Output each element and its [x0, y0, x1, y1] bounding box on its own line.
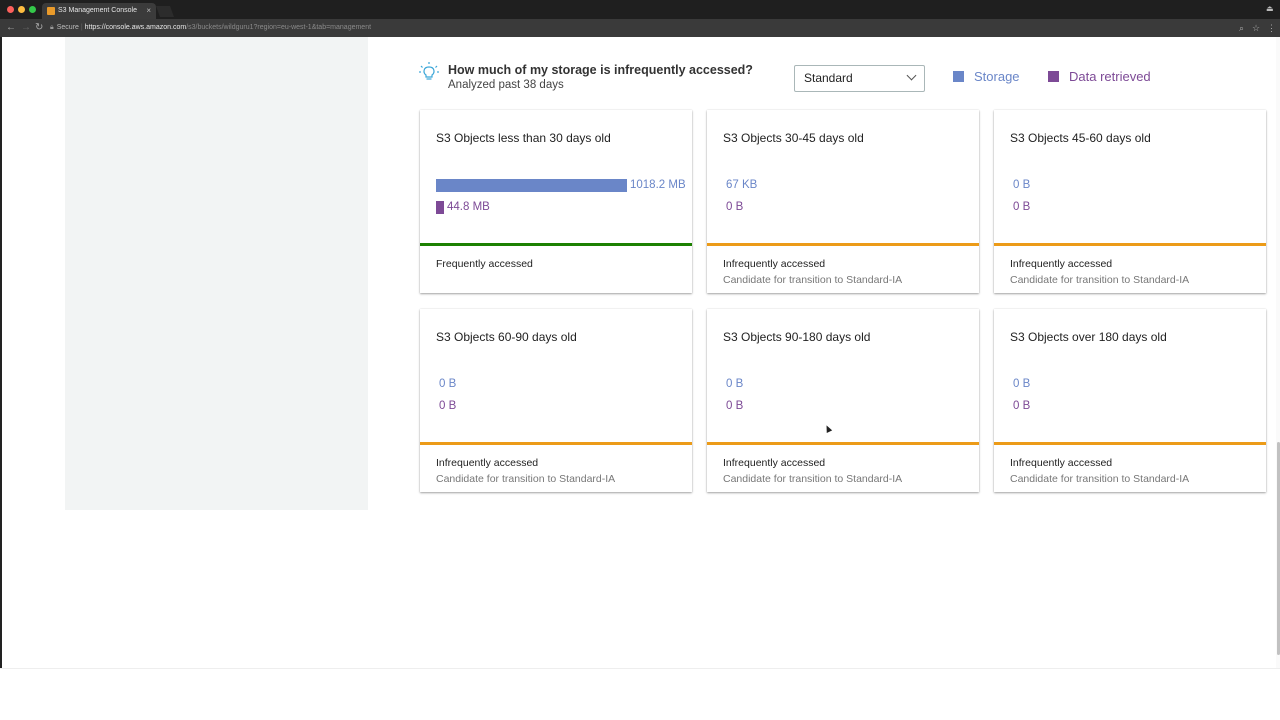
forward-icon[interactable]: →	[21, 21, 31, 35]
retrieved-value: 0 B	[1013, 400, 1031, 412]
storage-value: 0 B	[439, 378, 457, 390]
age-card-30-45: S3 Objects 30-45 days old 67 KB 0 B Infr…	[707, 110, 979, 293]
retrieved-row: 0 B	[1010, 399, 1030, 413]
transition-note: Candidate for transition to Standard-IA	[723, 274, 903, 286]
storage-row: 0 B	[723, 377, 743, 391]
card-title: S3 Objects 90-180 days old	[723, 330, 871, 344]
transition-note: Candidate for transition to Standard-IA	[1010, 473, 1190, 485]
access-status: Infrequently accessed	[1010, 457, 1113, 469]
age-card-45-60: S3 Objects 45-60 days old 0 B 0 B Infreq…	[994, 110, 1266, 293]
storage-class-select[interactable]: Standard	[794, 65, 925, 92]
browser-titlebar: S3 Management Console × ⏏	[0, 0, 1280, 19]
back-icon[interactable]: ←	[6, 21, 16, 35]
access-status: Infrequently accessed	[723, 258, 826, 270]
retrieved-value: 0 B	[726, 201, 744, 213]
retrieved-row: 0 B	[723, 200, 743, 214]
retrieved-row: 0 B	[436, 399, 456, 413]
access-status: Frequently accessed	[436, 258, 533, 270]
access-status-bar	[707, 442, 979, 445]
storage-value: 0 B	[1013, 179, 1031, 191]
access-status-bar	[994, 243, 1266, 246]
storage-value: 1018.2 MB	[630, 179, 686, 191]
window-bottom-edge	[0, 668, 1280, 720]
browser-tab[interactable]: S3 Management Console ×	[42, 3, 156, 19]
age-card-over-180: S3 Objects over 180 days old 0 B 0 B Inf…	[994, 309, 1266, 492]
page-content: How much of my storage is infrequently a…	[0, 37, 1280, 668]
transition-note: Candidate for transition to Standard-IA	[723, 473, 903, 485]
access-status-bar	[994, 442, 1266, 445]
transition-note: Candidate for transition to Standard-IA	[436, 473, 616, 485]
storage-value: 0 B	[1013, 378, 1031, 390]
new-tab-button[interactable]	[155, 6, 175, 17]
storage-value: 0 B	[726, 378, 744, 390]
card-title: S3 Objects 60-90 days old	[436, 330, 577, 344]
left-panel	[65, 37, 368, 510]
storage-row: 1018.2 MB	[436, 178, 686, 192]
retrieved-row: 44.8 MB	[436, 200, 490, 214]
storage-row: 0 B	[436, 377, 456, 391]
card-title: S3 Objects less than 30 days old	[436, 131, 611, 145]
star-icon[interactable]: ☆	[1252, 21, 1260, 35]
access-status-bar	[707, 243, 979, 246]
retrieved-row: 0 B	[1010, 200, 1030, 214]
legend-data-retrieved: Data retrieved	[1048, 70, 1151, 84]
address-bar: ← → ↻ 🔒︎ Secure | https://console.aws.ama…	[0, 19, 1280, 37]
reload-icon[interactable]: ↻	[35, 21, 43, 35]
access-status: Infrequently accessed	[723, 457, 826, 469]
legend-storage-label: Storage	[974, 69, 1020, 84]
retrieved-value: 44.8 MB	[447, 201, 490, 213]
tab-close-button[interactable]: ×	[146, 3, 151, 19]
profile-icon[interactable]: ⏏	[1266, 4, 1274, 14]
maximize-window-button[interactable]	[29, 6, 36, 13]
retrieved-bar	[436, 200, 444, 214]
legend-storage: Storage	[953, 70, 1020, 84]
page-scrollbar[interactable]	[1276, 37, 1280, 668]
card-title: S3 Objects 30-45 days old	[723, 131, 864, 145]
aws-favicon-icon	[47, 7, 55, 15]
storage-question-title: How much of my storage is infrequently a…	[448, 63, 753, 77]
url-input[interactable]: 🔒︎ Secure | https://console.aws.amazon.co…	[50, 21, 1235, 35]
storage-bar	[436, 178, 627, 192]
minimize-window-button[interactable]	[18, 6, 25, 13]
card-title: S3 Objects over 180 days old	[1010, 330, 1167, 344]
chevron-down-icon	[906, 70, 917, 81]
url-path: /s3/buckets/wildguru1?region=eu-west-1&t…	[186, 24, 372, 31]
retrieved-value: 0 B	[726, 400, 744, 412]
storage-swatch	[953, 71, 964, 82]
access-status-bar	[420, 442, 692, 445]
close-window-button[interactable]	[7, 6, 14, 13]
age-card-60-90: S3 Objects 60-90 days old 0 B 0 B Infreq…	[420, 309, 692, 492]
retrieved-row: 0 B	[723, 399, 743, 413]
tab-title: S3 Management Console	[58, 7, 137, 14]
lock-icon: 🔒︎	[50, 24, 54, 31]
retrieved-swatch	[1048, 71, 1059, 82]
retrieved-value: 0 B	[439, 400, 457, 412]
url-host: https://console.aws.amazon.com	[84, 24, 187, 31]
access-status: Infrequently accessed	[436, 457, 539, 469]
analysis-period: Analyzed past 38 days	[448, 79, 564, 91]
storage-class-value: Standard	[804, 71, 853, 85]
lightbulb-icon	[419, 62, 439, 80]
zoom-icon[interactable]: ⌕	[1239, 21, 1244, 35]
storage-row: 67 KB	[723, 178, 757, 192]
transition-note: Candidate for transition to Standard-IA	[1010, 274, 1190, 286]
age-card-lt30: S3 Objects less than 30 days old 1018.2 …	[420, 110, 692, 293]
access-status: Infrequently accessed	[1010, 258, 1113, 270]
retrieved-value: 0 B	[1013, 201, 1031, 213]
age-card-90-180: S3 Objects 90-180 days old 0 B 0 B Infre…	[707, 309, 979, 492]
storage-row: 0 B	[1010, 377, 1030, 391]
secure-label: Secure	[56, 24, 79, 31]
legend-retrieved-label: Data retrieved	[1069, 69, 1151, 84]
storage-row: 0 B	[1010, 178, 1030, 192]
storage-value: 67 KB	[726, 179, 758, 191]
menu-icon[interactable]: ⋮	[1267, 21, 1276, 35]
access-status-bar	[420, 243, 692, 246]
card-title: S3 Objects 45-60 days old	[1010, 131, 1151, 145]
